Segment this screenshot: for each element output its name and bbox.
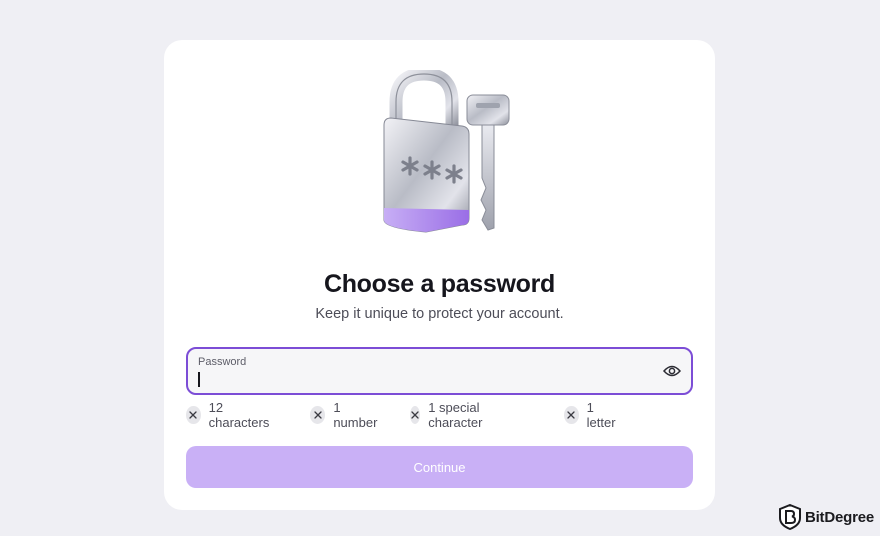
continue-button[interactable]: Continue bbox=[186, 446, 693, 488]
page-subtitle: Keep it unique to protect your account. bbox=[315, 306, 564, 322]
requirement-1-special-character: 1 special character bbox=[410, 400, 490, 430]
requirement-label: 12 characters bbox=[208, 400, 270, 430]
watermark-text: BitDegree bbox=[804, 508, 874, 526]
password-card: Choose a password Keep it unique to prot… bbox=[164, 40, 715, 510]
close-icon bbox=[410, 406, 421, 424]
requirement-label: 1 number bbox=[333, 400, 378, 430]
bitdegree-watermark: BitDegree bbox=[778, 504, 874, 530]
requirement-1-letter: 1 letter bbox=[564, 400, 619, 430]
requirement-label: 1 letter bbox=[586, 400, 616, 430]
requirement-label: 1 special character bbox=[428, 400, 483, 430]
page-title: Choose a password bbox=[323, 270, 556, 298]
bitdegree-logo-icon bbox=[778, 504, 801, 530]
requirement-1-number: 1 number bbox=[310, 400, 380, 430]
password-label: Password bbox=[198, 356, 247, 368]
close-icon bbox=[564, 406, 579, 424]
requirement-12-characters: 12 characters bbox=[186, 400, 273, 430]
close-icon bbox=[310, 406, 326, 424]
password-input[interactable] bbox=[197, 371, 647, 389]
eye-icon bbox=[663, 365, 681, 377]
close-icon bbox=[186, 406, 201, 424]
padlock-with-key-icon bbox=[383, 70, 510, 233]
text-caret bbox=[198, 372, 200, 387]
show-password-button[interactable] bbox=[662, 361, 682, 381]
password-field[interactable]: Password bbox=[186, 347, 693, 395]
